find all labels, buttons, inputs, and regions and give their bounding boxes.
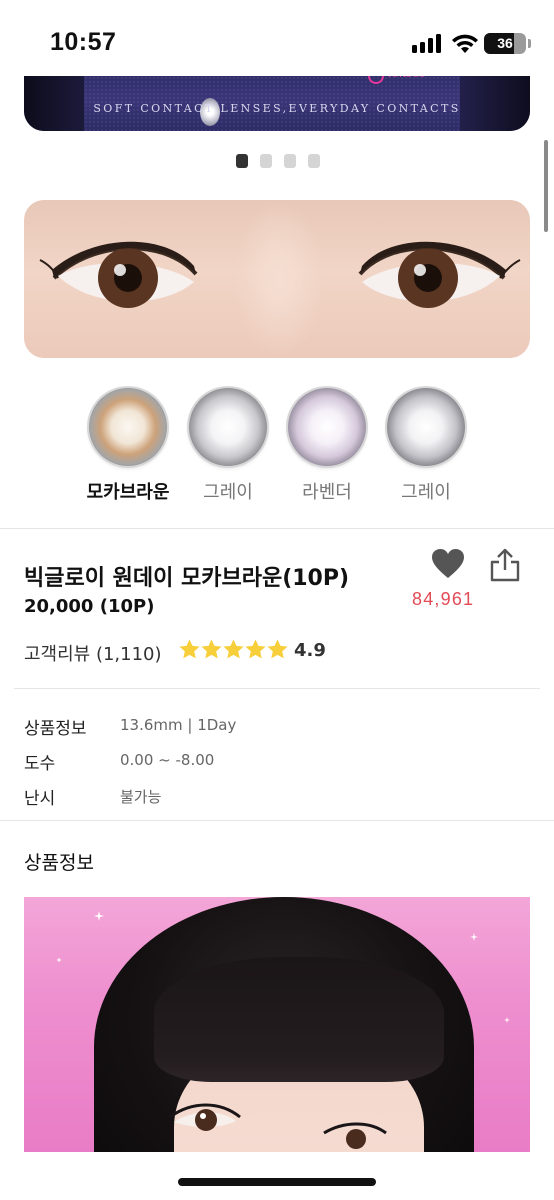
carousel-dot[interactable] (308, 154, 320, 168)
battery-level: 36 (497, 35, 513, 51)
lens-color-swatch[interactable] (189, 388, 267, 466)
cellular-signal-icon (412, 33, 444, 53)
product-detail-image (24, 897, 530, 1152)
review-count-link[interactable]: 고객리뷰 (1,110) (24, 640, 162, 666)
bottom-area (0, 1152, 554, 1200)
home-indicator[interactable] (178, 1178, 376, 1186)
star-icon (245, 639, 266, 659)
carousel-dot[interactable] (236, 154, 248, 168)
lens-color-label[interactable]: 그레이 (366, 478, 486, 504)
rating-value: 4.9 (294, 640, 326, 661)
section-title: 상품정보 (24, 852, 94, 874)
spec-value-astigmatism: 불가능 (120, 788, 162, 806)
spec-label-power: 도수 (24, 754, 56, 774)
status-time: 10:57 (50, 28, 117, 56)
star-icon (179, 639, 200, 659)
battery-icon: 36 (484, 33, 526, 54)
lens-color-swatch[interactable] (288, 388, 366, 466)
carousel-dot[interactable] (260, 154, 272, 168)
share-icon[interactable] (489, 548, 521, 582)
divider (0, 528, 554, 529)
status-bar: 10:57 36 (0, 0, 554, 76)
divider (14, 688, 540, 689)
lens-color-swatch[interactable] (89, 388, 167, 466)
star-icon (201, 639, 222, 659)
scrollbar[interactable] (544, 140, 548, 232)
divider (0, 820, 554, 821)
carousel-dot[interactable] (284, 154, 296, 168)
spec-value-info: 13.6mm | 1Day (120, 716, 237, 734)
spec-label-info: 상품정보 (24, 719, 87, 739)
like-count: 84,961 (412, 589, 475, 609)
left-eye-graphic (39, 241, 198, 308)
product-price: 20,000 (10P) (24, 596, 155, 617)
right-eye-graphic (358, 241, 521, 308)
star-icon (267, 639, 288, 659)
banner-caption: SOFT CONTACT LENSES,EVERYDAY CONTACTS (93, 102, 461, 115)
wifi-icon (452, 34, 478, 53)
spec-label-astigmatism: 난시 (24, 789, 56, 809)
spec-value-power: 0.00 ~ -8.00 (120, 751, 215, 769)
battery-cap (528, 39, 531, 48)
product-title: 빅글로이 원데이 모카브라운(10P) (24, 566, 350, 591)
lens-preview-image (24, 200, 530, 358)
star-icon (223, 639, 244, 659)
lens-color-swatch[interactable] (387, 388, 465, 466)
heart-icon[interactable] (431, 548, 465, 580)
